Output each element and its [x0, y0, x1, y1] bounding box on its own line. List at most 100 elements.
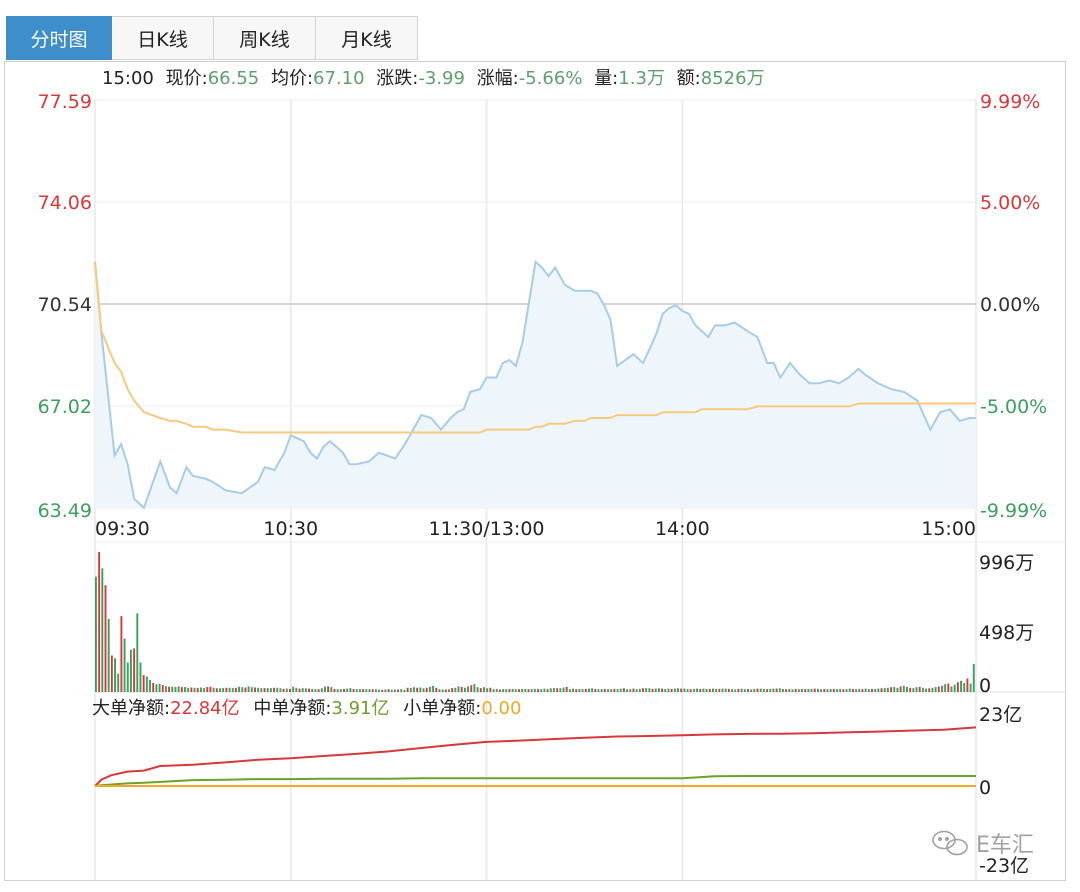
flow-small-label: 小单净额:: [403, 698, 481, 719]
volume-bar: [457, 686, 460, 692]
volume-bar: [629, 689, 632, 692]
volume-bar: [317, 689, 320, 692]
volume-bar: [199, 687, 202, 692]
volume-bar: [622, 688, 625, 692]
left-tick-label: 77.59: [38, 91, 92, 113]
flow-tick-label: -23亿: [979, 855, 1029, 877]
volume-bar: [823, 688, 826, 692]
volume-bar: [505, 689, 508, 692]
volume-bar: [584, 688, 587, 692]
volume-bar: [168, 686, 171, 692]
right-tick-label: -5.00%: [980, 396, 1047, 418]
volume-bar: [527, 689, 530, 692]
volume-bar: [467, 686, 470, 692]
volume-bar: [740, 688, 743, 692]
flow-tick-label: 0: [979, 777, 991, 799]
volume-bar: [861, 689, 864, 692]
volume-bar: [142, 675, 145, 692]
volume-bar: [575, 689, 578, 692]
volume-bar: [950, 686, 953, 692]
volume-bar: [117, 673, 120, 692]
volume-bar: [476, 687, 479, 692]
volume-bar: [470, 685, 473, 692]
volume-bar: [797, 689, 800, 692]
volume-bar: [295, 687, 298, 692]
volume-bar: [502, 689, 505, 692]
right-tick-label: 9.99%: [980, 91, 1040, 113]
info-amount-label: 额:: [677, 68, 701, 89]
volume-bar: [374, 689, 377, 692]
volume-bar: [648, 688, 651, 692]
volume-bar: [753, 688, 756, 692]
volume-bar: [508, 689, 511, 692]
volume-bar: [273, 687, 276, 692]
volume-bar: [104, 585, 107, 692]
volume-bar: [871, 688, 873, 692]
volume-bar: [390, 689, 393, 692]
info-price: 66.55: [208, 68, 260, 89]
volume-bar: [282, 688, 285, 692]
volume-bar: [953, 684, 956, 692]
volume-bar: [203, 688, 206, 692]
volume-bar: [129, 649, 132, 692]
left-tick-label: 63.49: [38, 500, 92, 522]
volume-axis-ticks: 996万 498万 0: [979, 552, 1034, 697]
volume-bar: [632, 688, 635, 692]
volume-bar: [864, 688, 867, 692]
flow-bar: 大单净额:22.84亿 中单净额:3.91亿 小单净额:0.00: [92, 698, 521, 719]
volume-bar: [832, 688, 835, 692]
volume-bar: [98, 552, 101, 692]
volume-bar: [241, 687, 244, 692]
volume-bar: [963, 683, 966, 692]
volume-bar: [308, 688, 310, 692]
volume-bar: [902, 685, 905, 692]
volume-bar: [438, 689, 441, 692]
volume-bar: [540, 689, 543, 692]
volume-bar: [368, 689, 371, 692]
volume-bar: [572, 688, 574, 692]
volume-bar: [537, 689, 539, 692]
volume-bar: [441, 689, 444, 692]
volume-bar: [177, 686, 180, 692]
volume-bar: [432, 685, 435, 692]
volume-bar: [918, 686, 921, 692]
volume-bar: [886, 687, 889, 692]
volume-bar: [158, 683, 161, 692]
volume-bar: [931, 687, 934, 692]
volume-bar: [645, 688, 648, 692]
volume-bar: [689, 689, 692, 692]
info-time: 15:00: [102, 68, 154, 89]
volume-bar: [212, 687, 215, 692]
volume-bar: [330, 687, 333, 692]
volume-bar: [400, 689, 403, 692]
volume-bar: [791, 689, 794, 692]
volume-bar: [546, 689, 549, 692]
volume-bar: [899, 686, 902, 692]
info-pct: -5.66%: [519, 68, 583, 89]
volume-bar: [781, 688, 784, 692]
volume-bar: [136, 613, 139, 692]
volume-bar: [495, 688, 498, 692]
volume-bar: [705, 688, 708, 692]
volume-bar: [483, 687, 485, 692]
right-axis-ticks: 9.99% 5.00% 0.00% -5.00% -9.99%: [980, 91, 1047, 522]
volume-bar: [657, 688, 660, 692]
volume-bar: [406, 687, 409, 692]
volume-bar: [123, 638, 126, 692]
volume-bar: [355, 689, 358, 692]
volume-bar: [444, 689, 447, 692]
volume-bar: [339, 689, 342, 692]
info-vol-label: 量:: [594, 68, 618, 89]
info-avg: 67.10: [313, 68, 365, 89]
volume-bar: [692, 688, 695, 692]
volume-bar: [816, 688, 819, 692]
volume-bar: [145, 676, 148, 692]
volume-bar: [263, 688, 266, 692]
volume-bar: [448, 689, 450, 692]
left-tick-label: 74.06: [38, 192, 92, 214]
volume-bar: [549, 688, 552, 692]
right-tick-label: 0.00%: [980, 294, 1040, 316]
volume-bar: [677, 688, 679, 692]
large-flow-line: [94, 726, 977, 787]
volume-bar: [731, 689, 734, 692]
